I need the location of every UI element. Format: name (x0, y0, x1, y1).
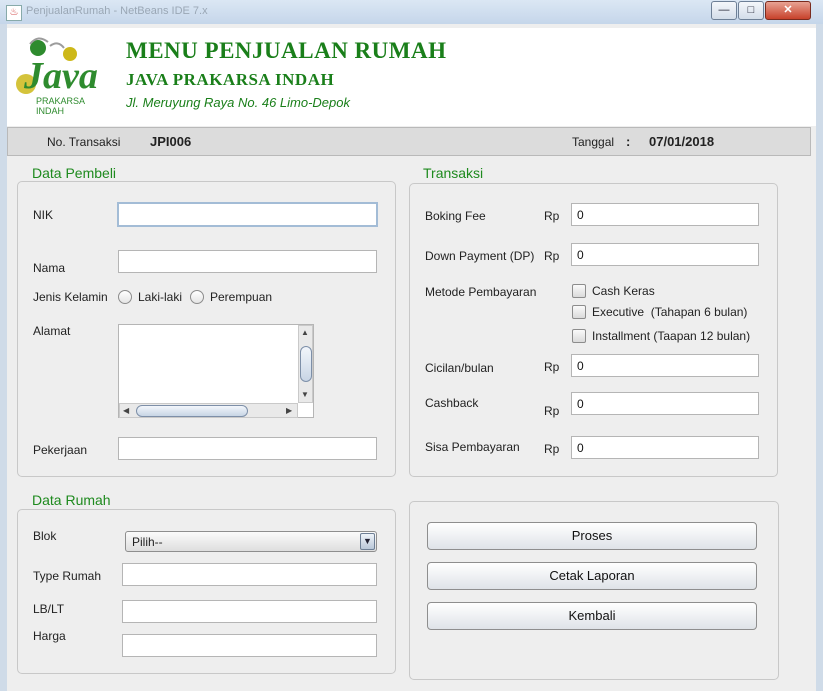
company-address: Jl. Meruyung Raya No. 46 Limo-Depok (126, 95, 350, 110)
logo-line2: INDAH (36, 106, 65, 116)
executive-checkbox[interactable] (572, 305, 586, 319)
blok-selected-value: Pilih-- (132, 535, 163, 549)
cashback-input[interactable] (571, 392, 759, 415)
installment-checkbox[interactable] (572, 329, 586, 343)
scroll-down-arrow-icon[interactable]: ▼ (301, 390, 309, 399)
scroll-left-arrow-icon[interactable]: ◀ (123, 406, 129, 415)
buyer-panel-title: Data Pembeli (30, 165, 119, 181)
date-label: Tanggal (572, 135, 615, 149)
cicilan-label: Cicilan/bulan (425, 361, 494, 375)
company-name: JAVA PRAKARSA INDAH (126, 70, 335, 89)
gender-male-radio[interactable] (118, 290, 132, 304)
cash-keras-checkbox[interactable] (572, 284, 586, 298)
lblt-label: LB/LT (33, 602, 65, 616)
nama-input[interactable] (118, 250, 377, 273)
window-frame-right (816, 24, 823, 691)
lblt-input[interactable] (122, 600, 377, 623)
window-frame-left (0, 24, 7, 691)
scroll-up-arrow-icon[interactable]: ▲ (301, 328, 309, 337)
alamat-textarea[interactable]: ▲ ▼ ◀ ▶ (118, 324, 314, 418)
close-button[interactable]: ✕ (765, 1, 811, 20)
gender-label: Jenis Kelamin (33, 290, 108, 304)
cicilan-currency: Rp (544, 360, 560, 374)
nik-label: NIK (33, 208, 54, 222)
house-panel-title: Data Rumah (30, 492, 113, 508)
window-title: PenjualanRumah - NetBeans IDE 7.x (26, 5, 208, 17)
cetak-laporan-button[interactable]: Cetak Laporan (427, 562, 757, 590)
executive-label[interactable]: Executive (Tahapan 6 bulan) (592, 305, 747, 319)
harga-input[interactable] (122, 634, 377, 657)
nama-label: Nama (33, 261, 66, 275)
nik-input[interactable] (117, 202, 378, 227)
harga-label: Harga (33, 629, 66, 643)
vertical-scroll-thumb[interactable] (300, 346, 312, 382)
blok-label: Blok (33, 529, 57, 543)
date-value: 07/01/2018 (649, 134, 715, 149)
java-app-icon: ♨ (6, 5, 22, 21)
gender-female-label[interactable]: Perempuan (210, 290, 272, 304)
alamat-label: Alamat (33, 324, 71, 338)
sisa-pembayaran-label: Sisa Pembayaran (425, 440, 520, 454)
installment-label[interactable]: Installment (Taapan 12 bulan) (592, 329, 750, 343)
dp-label: Down Payment (DP) (425, 249, 535, 263)
type-rumah-label: Type Rumah (33, 569, 102, 583)
sisa-pembayaran-input[interactable] (571, 436, 759, 459)
maximize-button[interactable]: □ (738, 1, 764, 20)
minimize-button[interactable]: — (711, 1, 737, 20)
type-rumah-input[interactable] (122, 563, 377, 586)
pekerjaan-label: Pekerjaan (33, 443, 88, 457)
cicilan-input[interactable] (571, 354, 759, 377)
transaction-no-value: JPI006 (150, 134, 192, 149)
cashback-currency: Rp (544, 404, 560, 418)
chevron-down-icon[interactable]: ▼ (360, 533, 375, 550)
transaction-panel-title: Transaksi (421, 165, 486, 181)
blok-select[interactable]: Pilih-- ▼ (125, 531, 377, 552)
window-titlebar[interactable]: ♨ PenjualanRumah - NetBeans IDE 7.x — □ … (0, 0, 823, 24)
gender-male-label[interactable]: Laki-laki (138, 290, 182, 304)
transaction-no-label: No. Transaksi (47, 135, 121, 149)
booking-currency: Rp (544, 209, 560, 223)
alamat-vertical-scrollbar[interactable]: ▲ ▼ (298, 325, 313, 403)
company-logo: Java PRAKARSA INDAH (10, 34, 114, 118)
logo-line1: PRAKARSA (36, 96, 86, 106)
pekerjaan-input[interactable] (118, 437, 377, 460)
cash-keras-label[interactable]: Cash Keras (592, 284, 655, 298)
dp-currency: Rp (544, 249, 560, 263)
logo-word: Java (24, 55, 98, 97)
booking-fee-input[interactable] (571, 203, 759, 226)
gender-female-radio[interactable] (190, 290, 204, 304)
scroll-right-arrow-icon[interactable]: ▶ (286, 406, 292, 415)
cashback-label: Cashback (425, 396, 479, 410)
alamat-horizontal-scrollbar[interactable]: ◀ ▶ (119, 403, 298, 418)
payment-method-label: Metode Pembayaran (425, 285, 537, 299)
kembali-button[interactable]: Kembali (427, 602, 757, 630)
dp-input[interactable] (571, 243, 759, 266)
proses-button[interactable]: Proses (427, 522, 757, 550)
sisa-currency: Rp (544, 442, 560, 456)
booking-fee-label: Boking Fee (425, 209, 486, 223)
date-separator: : (626, 134, 631, 149)
page-title: MENU PENJUALAN RUMAH (126, 38, 447, 63)
horizontal-scroll-thumb[interactable] (136, 405, 248, 417)
